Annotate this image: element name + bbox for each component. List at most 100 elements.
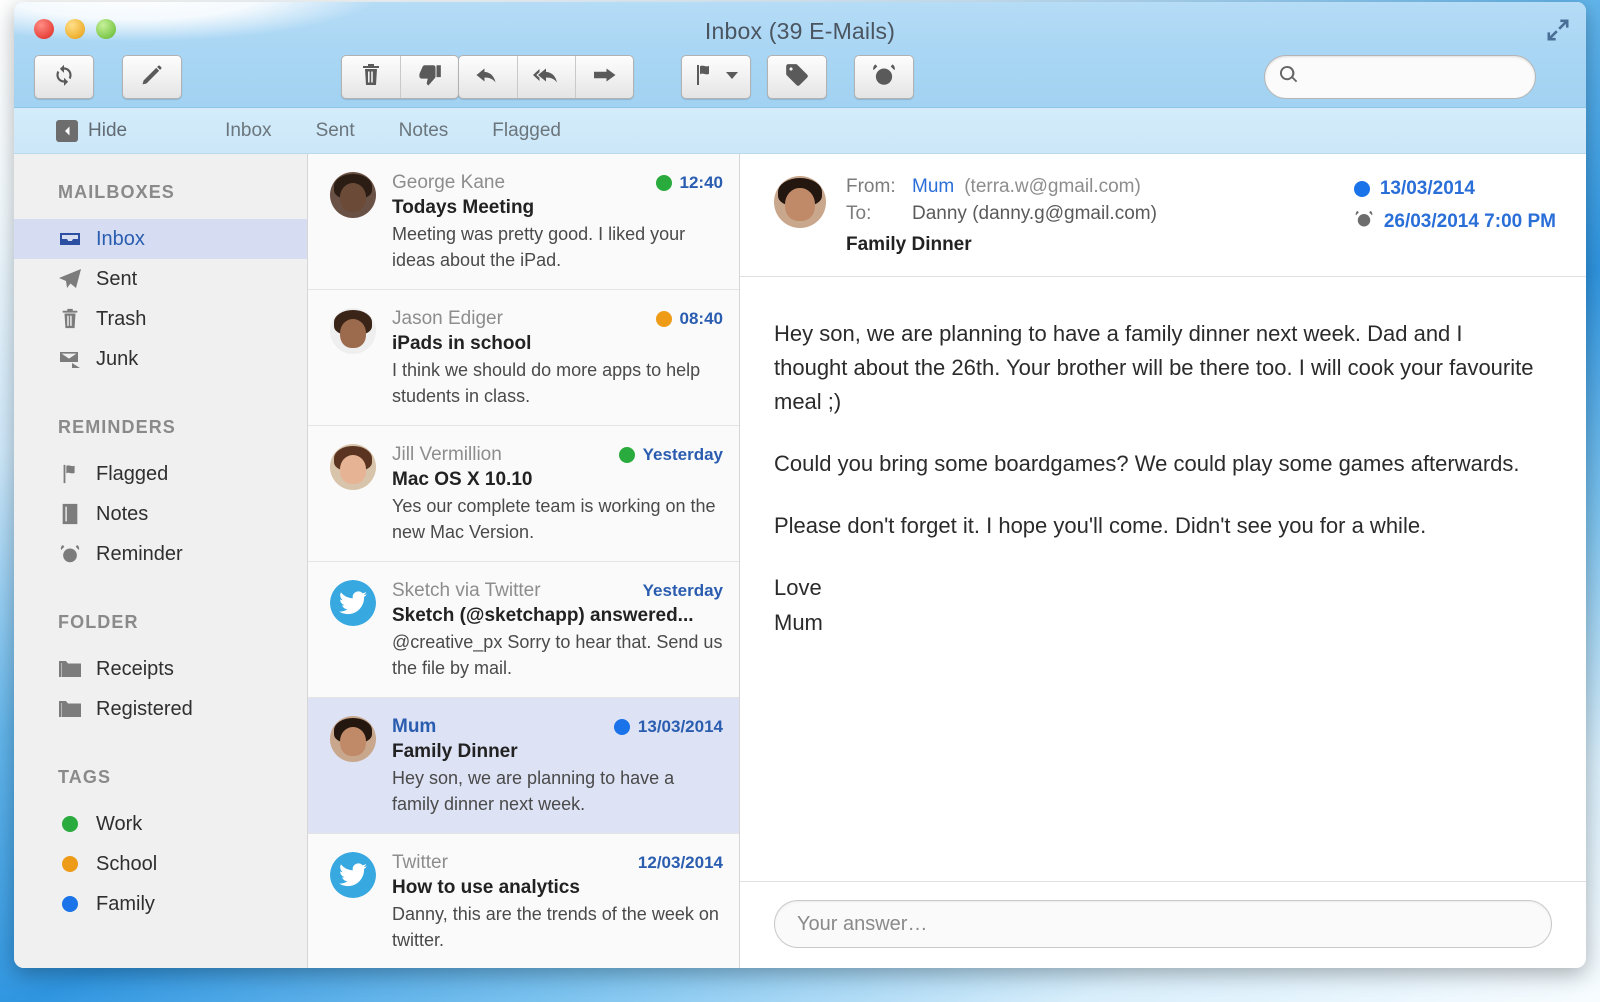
message-list[interactable]: George Kane 12:40 Todays Meeting Meeting… (308, 154, 740, 968)
sidebar-item-registered[interactable]: Registered (14, 689, 307, 729)
forward-button[interactable] (575, 56, 633, 98)
message-preview: I think we should do more apps to help s… (392, 360, 701, 406)
message-list-item-selected[interactable]: Mum 13/03/2014 Family Dinner Hey son, we… (308, 698, 739, 835)
sidebar-section-folder-title: FOLDER (58, 612, 139, 632)
message-list-item[interactable]: George Kane 12:40 Todays Meeting Meeting… (308, 154, 739, 291)
body-paragraph: Could you bring some boardgames? We coul… (774, 451, 1520, 477)
reading-pane: From: Mum (terra.w@gmail.com) To: Danny … (740, 154, 1586, 968)
junk-button[interactable] (400, 56, 458, 98)
hide-sidebar-button[interactable]: Hide (56, 119, 128, 142)
search-input[interactable] (1306, 68, 1521, 86)
title-bar: Inbox (39 E-Mails) (14, 2, 1586, 108)
sidebar-item-work[interactable]: Work (14, 804, 307, 844)
expand-arrows-icon[interactable] (1544, 16, 1572, 44)
sidebar-item-label: Trash (96, 307, 147, 330)
nav-tabs: Inbox Sent Notes Flagged (203, 120, 583, 142)
tag-button[interactable] (768, 56, 826, 98)
avatar (330, 580, 376, 627)
message-sender: Jason Ediger (392, 308, 503, 330)
hide-label: Hide (88, 119, 128, 141)
delete-button[interactable] (342, 56, 400, 98)
message-list-item[interactable]: Sketch via Twitter Yesterday Sketch (@sk… (308, 562, 739, 699)
reply-all-button[interactable] (517, 56, 575, 98)
sidebar-item-flagged[interactable]: Flagged (14, 454, 307, 494)
folder-icon (58, 699, 82, 719)
refresh-icon (51, 62, 77, 93)
color-dot-icon (58, 816, 82, 832)
alarm-clock-icon (1354, 209, 1374, 234)
tag-button-group (767, 55, 827, 99)
message-list-item[interactable]: Jason Ediger 08:40 iPads in school I thi… (308, 290, 739, 427)
sidebar-item-family[interactable]: Family (14, 884, 307, 924)
message-list-item[interactable]: Twitter 12/03/2014 How to use analytics … (308, 834, 739, 968)
sidebar-item-receipts[interactable]: Receipts (14, 649, 307, 689)
color-dot-icon (58, 856, 82, 872)
message-sender: Jill Vermillion (392, 444, 502, 466)
message-sender: Sketch via Twitter (392, 580, 541, 602)
minimize-button[interactable] (65, 19, 85, 39)
tab-sent[interactable]: Sent (294, 120, 377, 142)
refresh-button[interactable] (35, 56, 93, 98)
alarm-clock-icon (871, 62, 897, 93)
sidebar-section-reminders-title: REMINDERS (58, 417, 176, 437)
sidebar-section-mailboxes-title: MAILBOXES (58, 182, 175, 202)
sidebar-item-notes[interactable]: Notes (14, 494, 307, 534)
flag-button[interactable] (682, 56, 750, 98)
reply-icon (474, 63, 502, 92)
sidebar-item-school[interactable]: School (14, 844, 307, 884)
reply-button-group (458, 55, 634, 99)
message-preview: Danny, this are the trends of the week o… (392, 904, 719, 951)
message-sender: George Kane (392, 172, 506, 193)
sidebar: MAILBOXES Inbox Sent Trash Junk REMINDER… (14, 154, 308, 968)
message-preview: Yes our complete team is working on the … (392, 496, 716, 542)
reminder-button-group (854, 55, 914, 99)
refresh-button-group (34, 55, 94, 99)
answer-field[interactable] (774, 900, 1552, 948)
message-subject: iPads in school (392, 333, 532, 355)
answer-input[interactable] (797, 912, 1529, 936)
sidebar-item-label: Family (96, 892, 155, 915)
message-time: 12/03/2014 (637, 853, 723, 873)
sidebar-item-sent[interactable]: Sent (14, 259, 307, 299)
body-signoff: Love (774, 575, 822, 601)
sidebar-item-junk[interactable]: Junk (14, 339, 307, 379)
message-header: From: Mum (terra.w@gmail.com) To: Danny … (740, 154, 1586, 277)
tab-notes[interactable]: Notes (377, 120, 471, 142)
message-subject: Mac OS X 10.10 (392, 469, 533, 491)
header-fields: From: Mum (terra.w@gmail.com) To: Danny … (846, 176, 1334, 256)
sidebar-item-label: Receipts (96, 657, 174, 680)
to-label: To: (846, 203, 872, 224)
to-name: Danny (danny.g@gmail.com) (912, 203, 1157, 224)
message-subject: Sketch (@sketchapp) answered... (392, 605, 694, 627)
reply-all-icon (532, 63, 562, 92)
avatar (330, 308, 376, 355)
note-icon (58, 503, 82, 525)
message-date: 13/03/2014 (1379, 178, 1475, 199)
mail-window: Inbox (39 E-Mails) Hide Inbox Sent Notes… (14, 2, 1586, 968)
avatar (774, 176, 826, 228)
zoom-button[interactable] (96, 19, 116, 39)
close-button[interactable] (34, 19, 54, 39)
chevron-left-icon (56, 119, 78, 142)
message-subject: How to use analytics (392, 877, 580, 899)
message-subject: Todays Meeting (392, 197, 535, 218)
from-name[interactable]: Mum (912, 176, 954, 198)
message-preview: @creative_px Sorry to hear that. Send us… (392, 632, 723, 678)
reply-button[interactable] (459, 56, 517, 98)
message-time: Yesterday (642, 581, 723, 601)
sidebar-item-trash[interactable]: Trash (14, 299, 307, 339)
reminder-button[interactable] (855, 56, 913, 98)
sidebar-item-reminder[interactable]: Reminder (14, 534, 307, 574)
trash-icon (58, 308, 82, 330)
tab-inbox[interactable]: Inbox (203, 120, 293, 142)
tag-dot-icon (613, 719, 630, 736)
compose-button[interactable] (123, 56, 181, 98)
tab-flagged[interactable]: Flagged (470, 120, 583, 142)
message-time: 12:40 (679, 173, 723, 192)
message-list-item[interactable]: Jill Vermillion Yesterday Mac OS X 10.10… (308, 426, 739, 563)
search-field[interactable] (1264, 55, 1536, 99)
sidebar-item-inbox[interactable]: Inbox (14, 219, 307, 259)
body-paragraph: Please don't forget it. I hope you'll co… (774, 513, 1427, 539)
